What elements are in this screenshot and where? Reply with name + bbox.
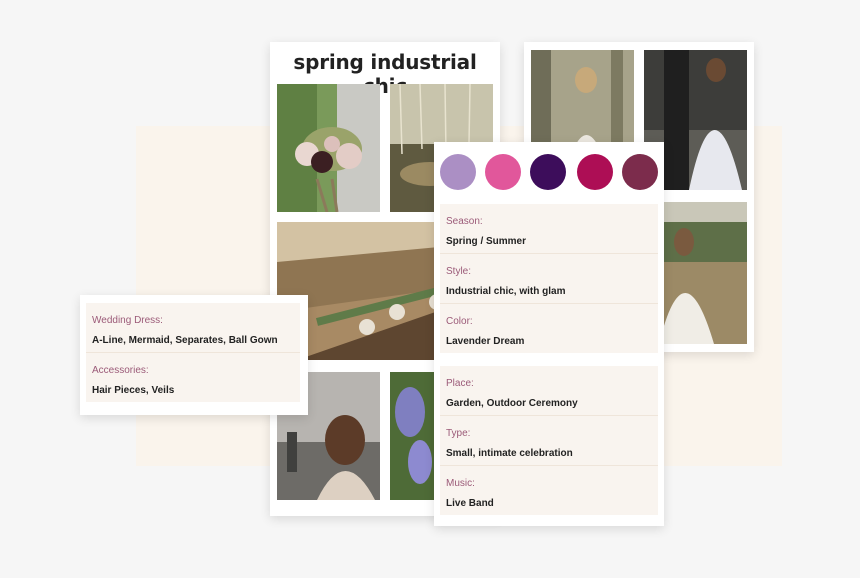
color-swatch-3[interactable] [530,154,566,190]
color-swatch-1[interactable] [440,154,476,190]
color-value: Lavender Dream [446,336,525,347]
color-field: Color: Lavender Dream [440,304,658,353]
wedding-dress-field: Wedding Dress: A-Line, Mermaid, Separate… [86,303,300,353]
place-field: Place: Garden, Outdoor Ceremony [440,366,658,416]
details-card: Season: Spring / Summer Style: Industria… [434,142,664,526]
style-details-group: Season: Spring / Summer Style: Industria… [440,204,658,353]
place-label: Place: [446,378,474,389]
color-swatch-5[interactable] [622,154,658,190]
accessories-field: Accessories: Hair Pieces, Veils [86,353,300,402]
season-field: Season: Spring / Summer [440,204,658,254]
color-swatch-4[interactable] [577,154,613,190]
accessories-label: Accessories: [92,365,149,376]
bouquet-photo [277,84,380,212]
music-value: Live Band [446,498,494,509]
color-swatch-2[interactable] [485,154,521,190]
season-label: Season: [446,216,483,227]
style-label: Style: [446,266,472,277]
type-label: Type: [446,428,471,439]
season-value: Spring / Summer [446,236,527,247]
music-label: Music: [446,478,475,489]
wedding-dress-value: A-Line, Mermaid, Separates, Ball Gown [92,335,278,346]
color-palette [440,154,658,190]
type-field: Type: Small, intimate celebration [440,416,658,466]
accessories-value: Hair Pieces, Veils [92,385,175,396]
color-label: Color: [446,316,473,327]
style-field: Style: Industrial chic, with glam [440,254,658,304]
style-value: Industrial chic, with glam [446,286,566,297]
music-field: Music: Live Band [440,466,658,515]
wedding-dress-label: Wedding Dress: [92,315,163,326]
dress-card: Wedding Dress: A-Line, Mermaid, Separate… [80,295,308,415]
dress-details-group: Wedding Dress: A-Line, Mermaid, Separate… [86,303,300,402]
event-details-group: Place: Garden, Outdoor Ceremony Type: Sm… [440,366,658,515]
place-value: Garden, Outdoor Ceremony [446,398,578,409]
type-value: Small, intimate celebration [446,448,573,459]
